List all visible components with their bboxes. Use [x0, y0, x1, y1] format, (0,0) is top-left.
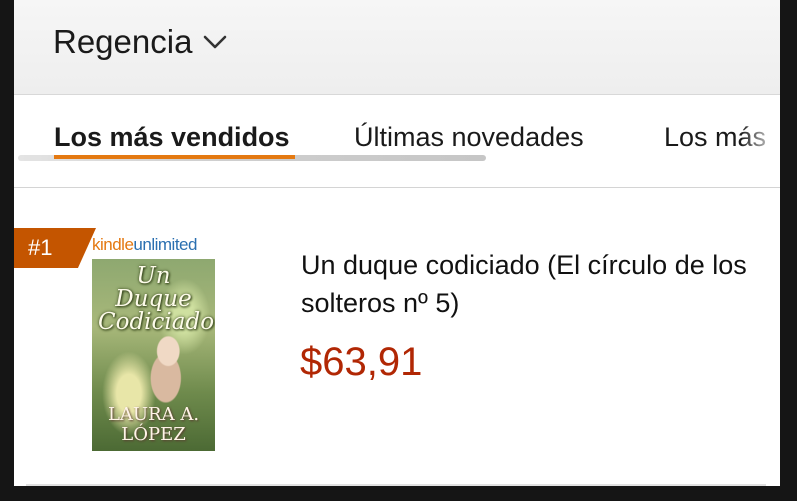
cover-image: Un Duque Codiciado LAURA A. LÓPEZ [92, 259, 215, 451]
cover-title: Un Duque Codiciado [98, 263, 215, 335]
rank-badge: #1 [14, 228, 96, 268]
ranking-tabs: Los más vendidos Últimas novedades Los m… [14, 95, 780, 188]
cover-author: LAURA A. LÓPEZ [107, 404, 200, 445]
book-cover[interactable]: kindleunlimited Un Duque Codiciado LAURA… [92, 233, 215, 451]
divider [26, 484, 766, 486]
rank-number: #1 [28, 235, 53, 260]
active-tab-indicator [54, 155, 295, 159]
tab-best-sellers[interactable]: Los más vendidos [54, 122, 290, 153]
tab-new-releases[interactable]: Últimas novedades [354, 122, 584, 153]
product-price: $63,91 [300, 340, 423, 384]
screen: Regencia Los más vendidos Últimas noveda… [14, 0, 780, 486]
department-selector[interactable]: Regencia [53, 20, 228, 64]
tabs-fade [740, 95, 780, 187]
product-title[interactable]: Un duque codiciado (El círculo de los so… [301, 246, 761, 322]
department-header: Regencia [14, 0, 780, 95]
chevron-down-icon [204, 35, 227, 49]
department-label: Regencia [53, 23, 193, 60]
list-item[interactable]: #1 kindleunlimited Un Duque Codiciado LA… [14, 188, 780, 486]
kindle-unlimited-logo: kindleunlimited [92, 235, 197, 254]
